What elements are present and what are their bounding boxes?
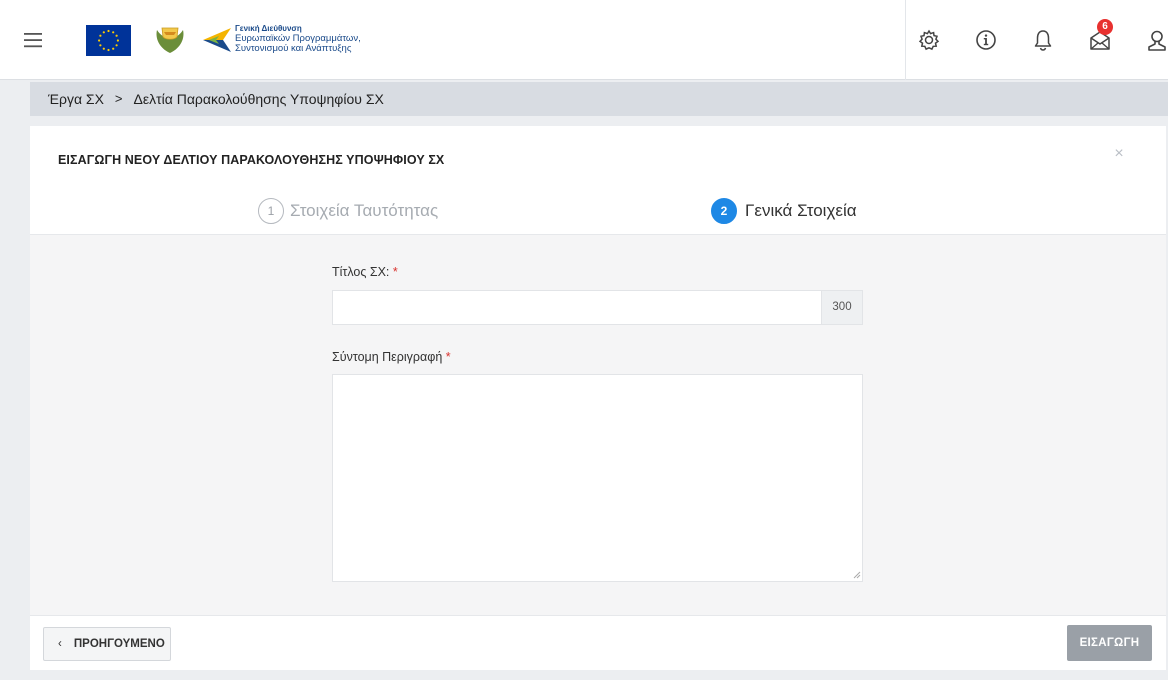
required-marker: * bbox=[445, 350, 451, 364]
breadcrumb: Έργα ΣΧ > Δελτία Παρακολούθησης Υποψηφίου … bbox=[30, 82, 1168, 116]
user-icon[interactable] bbox=[1143, 26, 1168, 54]
title-input-group: 300 bbox=[332, 290, 863, 325]
title-field-label: Τίτλος ΣΧ: * bbox=[332, 265, 398, 279]
description-field-label: Σύντομη Περιγραφή * bbox=[332, 350, 451, 364]
required-marker: * bbox=[392, 265, 398, 279]
chevron-left-icon: ‹ bbox=[58, 638, 62, 650]
notification-count-badge: 6 bbox=[1097, 19, 1113, 35]
resize-handle-icon[interactable] bbox=[852, 570, 861, 579]
new-monitoring-sheet-modal: ΕΙΣΑΓΩΓΗ ΝΕΟΥ ΔΕΛΤΙΟΥ ΠΑΡΑΚΟΛΟΥΘΗΣΗΣ ΥΠΟ… bbox=[30, 126, 1166, 670]
breadcrumb-separator: > bbox=[114, 91, 123, 106]
breadcrumb-item-projects[interactable]: Έργα ΣΧ bbox=[48, 82, 104, 116]
wizard-step-general[interactable]: 2 Γενικά Στοιχεία bbox=[711, 196, 857, 226]
org-line-3: Συντονισμού και Ανάπτυξης bbox=[235, 43, 352, 54]
description-textarea[interactable] bbox=[332, 374, 863, 582]
step-label: Στοιχεία Ταυτότητας bbox=[290, 201, 439, 220]
submit-button[interactable]: ΕΙΣΑΓΩΓΗ bbox=[1067, 625, 1152, 661]
eu-flag-logo bbox=[86, 25, 131, 56]
wizard-step-identity[interactable]: 1 Στοιχεία Ταυτότητας bbox=[258, 196, 438, 226]
step-number: 2 bbox=[711, 198, 737, 224]
title-label-text: Τίτλος ΣΧ: bbox=[332, 265, 390, 279]
gear-icon[interactable] bbox=[915, 26, 943, 54]
hamburger-menu-icon[interactable] bbox=[24, 31, 42, 49]
organization-name: Γενική Διεύθυνση Ευρωπαϊκών Προγραμμάτων… bbox=[235, 24, 385, 54]
previous-button-label: ΠΡΟΗΓΟΥΜΕΝΟ bbox=[73, 638, 165, 650]
step-label: Γενικά Στοιχεία bbox=[745, 201, 857, 220]
cyprus-emblem-logo bbox=[156, 27, 184, 53]
step-number: 1 bbox=[258, 198, 284, 224]
previous-button[interactable]: ‹ ΠΡΟΗΓΟΥΜΕΝΟ bbox=[43, 627, 171, 661]
info-icon[interactable] bbox=[972, 26, 1000, 54]
directorate-logo bbox=[203, 28, 231, 52]
description-label-text: Σύντομη Περιγραφή bbox=[332, 350, 443, 364]
breadcrumb-item-monitoring-sheets[interactable]: Δελτία Παρακολούθησης Υποψηφίου ΣΧ bbox=[134, 82, 384, 116]
modal-title: ΕΙΣΑΓΩΓΗ ΝΕΟΥ ΔΕΛΤΙΟΥ ΠΑΡΑΚΟΛΟΥΘΗΣΗΣ ΥΠΟ… bbox=[58, 153, 445, 167]
title-input[interactable] bbox=[333, 291, 821, 324]
toolbar-divider bbox=[905, 0, 906, 80]
form-area: Τίτλος ΣΧ: * 300 Σύντομη Περιγραφή * bbox=[30, 234, 1166, 616]
max-characters-addon: 300 bbox=[821, 291, 862, 324]
bell-icon[interactable] bbox=[1029, 26, 1057, 54]
close-icon[interactable]: × bbox=[1111, 146, 1127, 162]
top-bar: Γενική Διεύθυνση Ευρωπαϊκών Προγραμμάτων… bbox=[0, 0, 1168, 80]
